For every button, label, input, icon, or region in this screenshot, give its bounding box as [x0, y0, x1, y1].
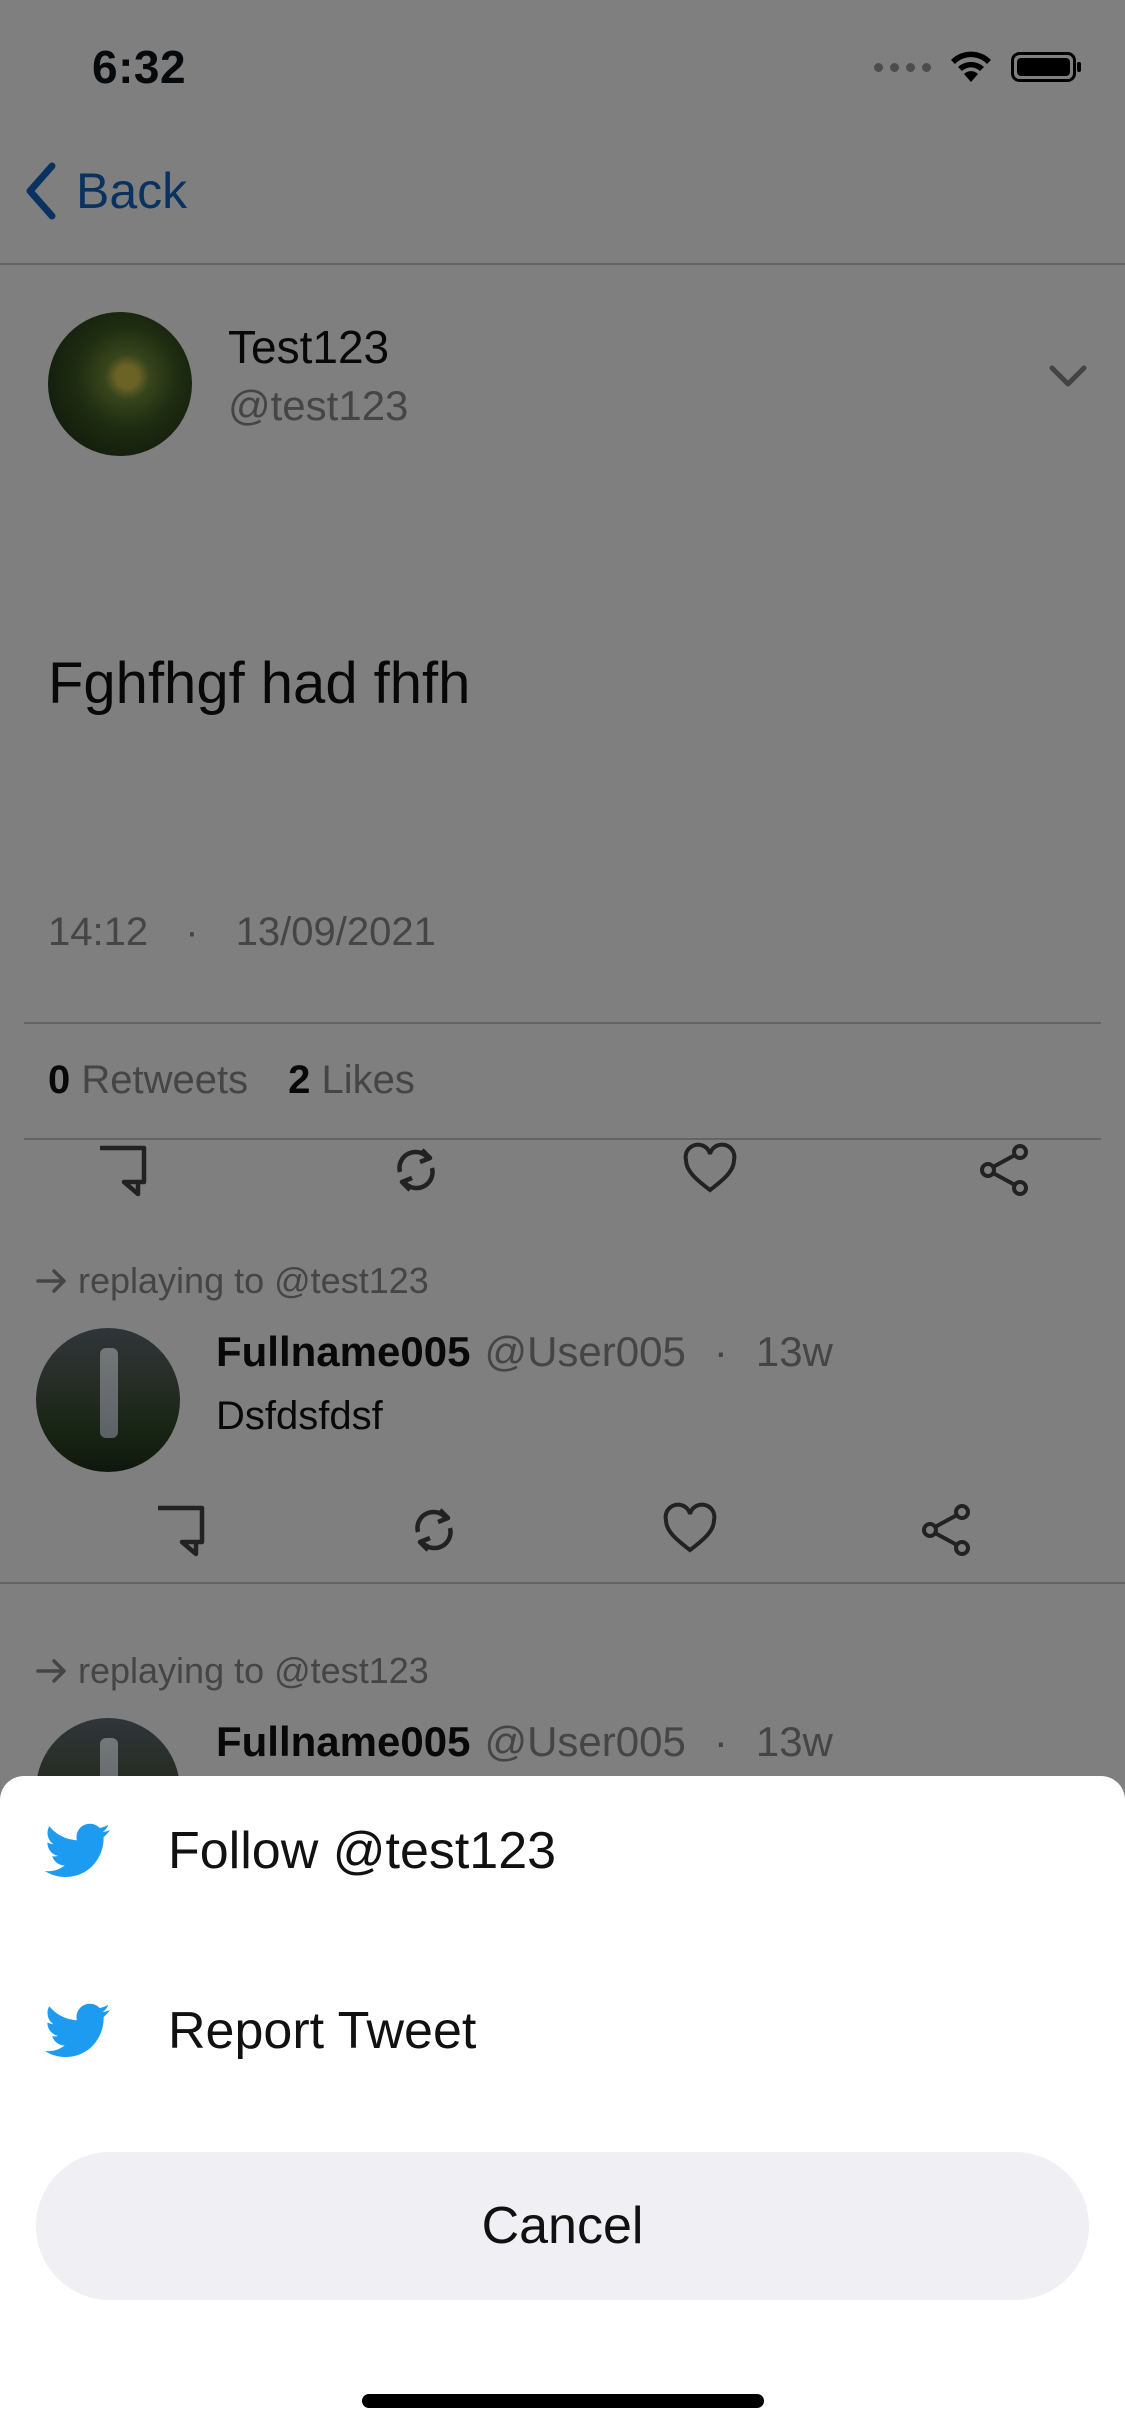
follow-action-label: Follow @test123 [168, 1822, 557, 1880]
home-indicator [362, 2394, 764, 2408]
twitter-bird-icon [44, 2003, 110, 2057]
twitter-bird-icon [44, 1823, 110, 1877]
report-tweet-label: Report Tweet [168, 2002, 477, 2060]
report-tweet-action[interactable]: Report Tweet [0, 1956, 1125, 2106]
action-sheet: Follow @test123 Report Tweet Cancel [0, 1776, 1125, 2436]
cancel-button[interactable]: Cancel [36, 2152, 1089, 2300]
follow-action[interactable]: Follow @test123 [0, 1776, 1125, 1926]
